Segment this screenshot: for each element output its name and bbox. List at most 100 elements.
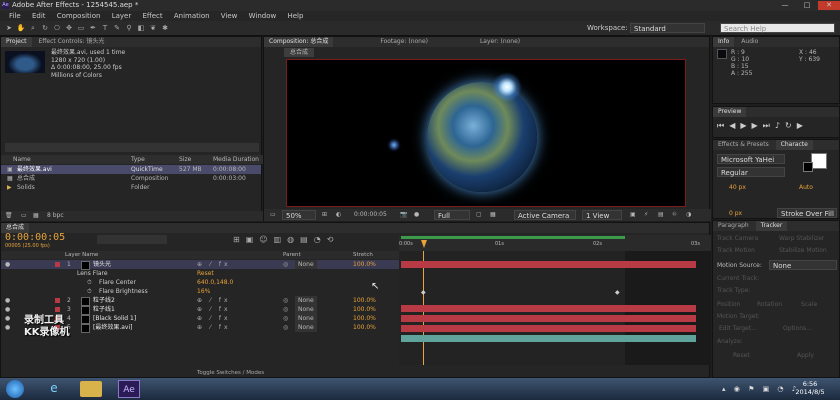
- time-ruler[interactable]: 0:00s 01s 02s 03s: [399, 235, 711, 251]
- menu-layer[interactable]: Layer: [112, 11, 132, 21]
- list-item[interactable]: ▦ 总合成 Composition 0:00:03:00: [1, 174, 261, 183]
- header-size[interactable]: Size: [179, 155, 191, 164]
- resolution-select[interactable]: Full: [434, 210, 470, 220]
- current-time[interactable]: 0:00:00:05: [354, 209, 387, 221]
- playhead[interactable]: [421, 240, 427, 248]
- tab-paragraph[interactable]: Paragraph: [713, 221, 754, 231]
- header-stretch[interactable]: Stretch: [353, 251, 373, 259]
- stroke-order-select[interactable]: Stroke Over Fill: [777, 208, 837, 218]
- next-frame-icon[interactable]: ▶: [752, 121, 763, 130]
- play-icon[interactable]: ▶: [740, 121, 751, 130]
- camera-tool-icon[interactable]: ⎔: [52, 24, 62, 33]
- label-color-swatch[interactable]: [55, 298, 60, 303]
- parent-pickwhip-icon[interactable]: ◎: [283, 314, 288, 323]
- snapshot-icon[interactable]: 📷: [400, 209, 407, 221]
- keyframe-flare-center-end[interactable]: ◆: [615, 289, 620, 296]
- frame-blending-icon[interactable]: ▥: [274, 235, 288, 244]
- last-frame-icon[interactable]: ⏭: [763, 121, 775, 130]
- layer-bar-4[interactable]: [401, 325, 696, 332]
- menu-animation[interactable]: Animation: [174, 11, 210, 21]
- puppet-tool-icon[interactable]: ✱: [160, 24, 170, 33]
- header-media-duration[interactable]: Media Duration: [213, 155, 259, 164]
- roto-brush-tool-icon[interactable]: ❦: [148, 24, 158, 33]
- new-composition-icon[interactable]: ▦: [33, 211, 39, 221]
- tab-character[interactable]: Characte: [775, 140, 813, 150]
- visibility-icon[interactable]: ●: [5, 296, 10, 305]
- comp-mini-flowchart-icon[interactable]: ⊞: [233, 235, 246, 244]
- layer-row[interactable]: ● 2 粒子线2 None 100.0% ⊕ ⁄ fx ◎: [1, 296, 399, 306]
- audio-icon[interactable]: ♪: [775, 121, 785, 130]
- tab-layer[interactable]: Layer: (none): [475, 37, 525, 47]
- system-tray-icons[interactable]: ▴ ◉ ⚑ ▣ ◔ ♪: [722, 385, 799, 393]
- label-color-swatch[interactable]: [55, 262, 60, 267]
- graph-editor-icon[interactable]: ◔: [314, 235, 327, 244]
- internet-explorer-icon[interactable]: e: [44, 381, 64, 397]
- exposure-icon[interactable]: ◑: [686, 209, 691, 221]
- after-effects-taskbar-icon[interactable]: Ae: [118, 380, 140, 398]
- bpc-button[interactable]: 8 bpc: [47, 211, 64, 221]
- reset-button[interactable]: Reset: [733, 352, 750, 359]
- camera-select[interactable]: Active Camera: [514, 210, 576, 220]
- scale-checkbox[interactable]: Scale: [801, 301, 817, 308]
- property-row[interactable]: ⏱ Flare Brightness 16%: [1, 287, 399, 296]
- tab-project[interactable]: Project: [1, 37, 32, 47]
- header-name[interactable]: Name: [13, 155, 31, 164]
- flowchart-icon[interactable]: ⛗: [672, 209, 677, 221]
- edit-target-button[interactable]: Edit Target...: [719, 325, 757, 332]
- track-camera-button[interactable]: Track Camera: [717, 235, 758, 242]
- eraser-tool-icon[interactable]: ◧: [136, 24, 146, 33]
- leading-value[interactable]: Auto: [799, 184, 813, 191]
- stroke-color-swatch[interactable]: [803, 162, 813, 172]
- hand-tool-icon[interactable]: ✋: [16, 24, 26, 33]
- zoom-select[interactable]: 50%: [282, 210, 316, 220]
- timeline-current-time[interactable]: 0:00:00:05: [5, 232, 65, 243]
- tab-effects-presets[interactable]: Effects & Presets: [713, 140, 774, 150]
- motion-source-select[interactable]: None: [769, 260, 837, 270]
- layer-switches[interactable]: ⊕ ⁄ fx: [197, 260, 231, 269]
- always-preview-icon[interactable]: ▭: [270, 209, 276, 221]
- layer-bar-2[interactable]: [401, 305, 696, 312]
- shy-icon[interactable]: ☺: [259, 235, 273, 244]
- visibility-icon[interactable]: ●: [5, 305, 10, 314]
- auto-keyframe-icon[interactable]: ⟲: [327, 235, 340, 244]
- first-frame-icon[interactable]: ⏮: [717, 121, 729, 130]
- visibility-icon[interactable]: ●: [5, 260, 10, 269]
- font-size-value[interactable]: 40 px: [729, 184, 746, 191]
- selection-tool-icon[interactable]: ➤: [4, 24, 14, 33]
- layer-bar-5[interactable]: [401, 335, 696, 342]
- rectangle-tool-icon[interactable]: ▭: [76, 24, 86, 33]
- region-of-interest-icon[interactable]: ▢: [476, 209, 482, 221]
- pan-behind-tool-icon[interactable]: ✥: [64, 24, 74, 33]
- previous-frame-icon[interactable]: ◀: [729, 121, 740, 130]
- apply-button[interactable]: Apply: [797, 352, 814, 359]
- tab-composition[interactable]: Composition: 总合成: [264, 37, 334, 47]
- motion-blur-icon[interactable]: ◍: [287, 235, 300, 244]
- text-tool-icon[interactable]: T: [100, 24, 110, 33]
- tab-audio[interactable]: Audio: [736, 37, 763, 47]
- property-row[interactable]: Lens Flare Reset: [1, 269, 399, 278]
- clock[interactable]: 6:56 2014/8/5: [790, 380, 830, 396]
- fast-preview-icon[interactable]: ⚡: [644, 209, 648, 221]
- layer-switches[interactable]: ⊕ ⁄ fx: [197, 323, 231, 332]
- font-style-select[interactable]: Regular: [717, 167, 785, 177]
- parent-pickwhip-icon[interactable]: ◎: [283, 323, 288, 332]
- keyframe-flare-center[interactable]: ◆: [421, 289, 426, 296]
- layer-row[interactable]: ● 3 粒子线1 None 100.0% ⊕ ⁄ fx ◎: [1, 305, 399, 315]
- tracking-value[interactable]: 0 px: [729, 210, 742, 217]
- clone-stamp-tool-icon[interactable]: ⚲: [124, 24, 134, 33]
- layer-switches[interactable]: ⊕ ⁄ fx: [197, 314, 231, 323]
- trash-icon[interactable]: 🗑: [5, 211, 13, 221]
- stabilize-motion-button[interactable]: Stabilize Motion: [779, 247, 827, 254]
- toggle-pixel-icon[interactable]: ▣: [630, 209, 636, 221]
- stopwatch-icon[interactable]: ⏱: [87, 287, 92, 296]
- track-motion-button[interactable]: Track Motion: [717, 247, 755, 254]
- brush-tool-icon[interactable]: ✎: [112, 24, 122, 33]
- loop-icon[interactable]: ↻: [785, 121, 797, 130]
- tab-effect-controls[interactable]: Effect Controls: 镜头光: [33, 37, 109, 47]
- layer-switches[interactable]: ⊕ ⁄ fx: [197, 305, 231, 314]
- menu-window[interactable]: Window: [249, 11, 277, 21]
- timeline-search-input[interactable]: [97, 235, 167, 244]
- show-channel-icon[interactable]: ●: [414, 209, 419, 221]
- draft-3d-icon[interactable]: ▣: [246, 235, 260, 244]
- menu-composition[interactable]: Composition: [57, 11, 101, 21]
